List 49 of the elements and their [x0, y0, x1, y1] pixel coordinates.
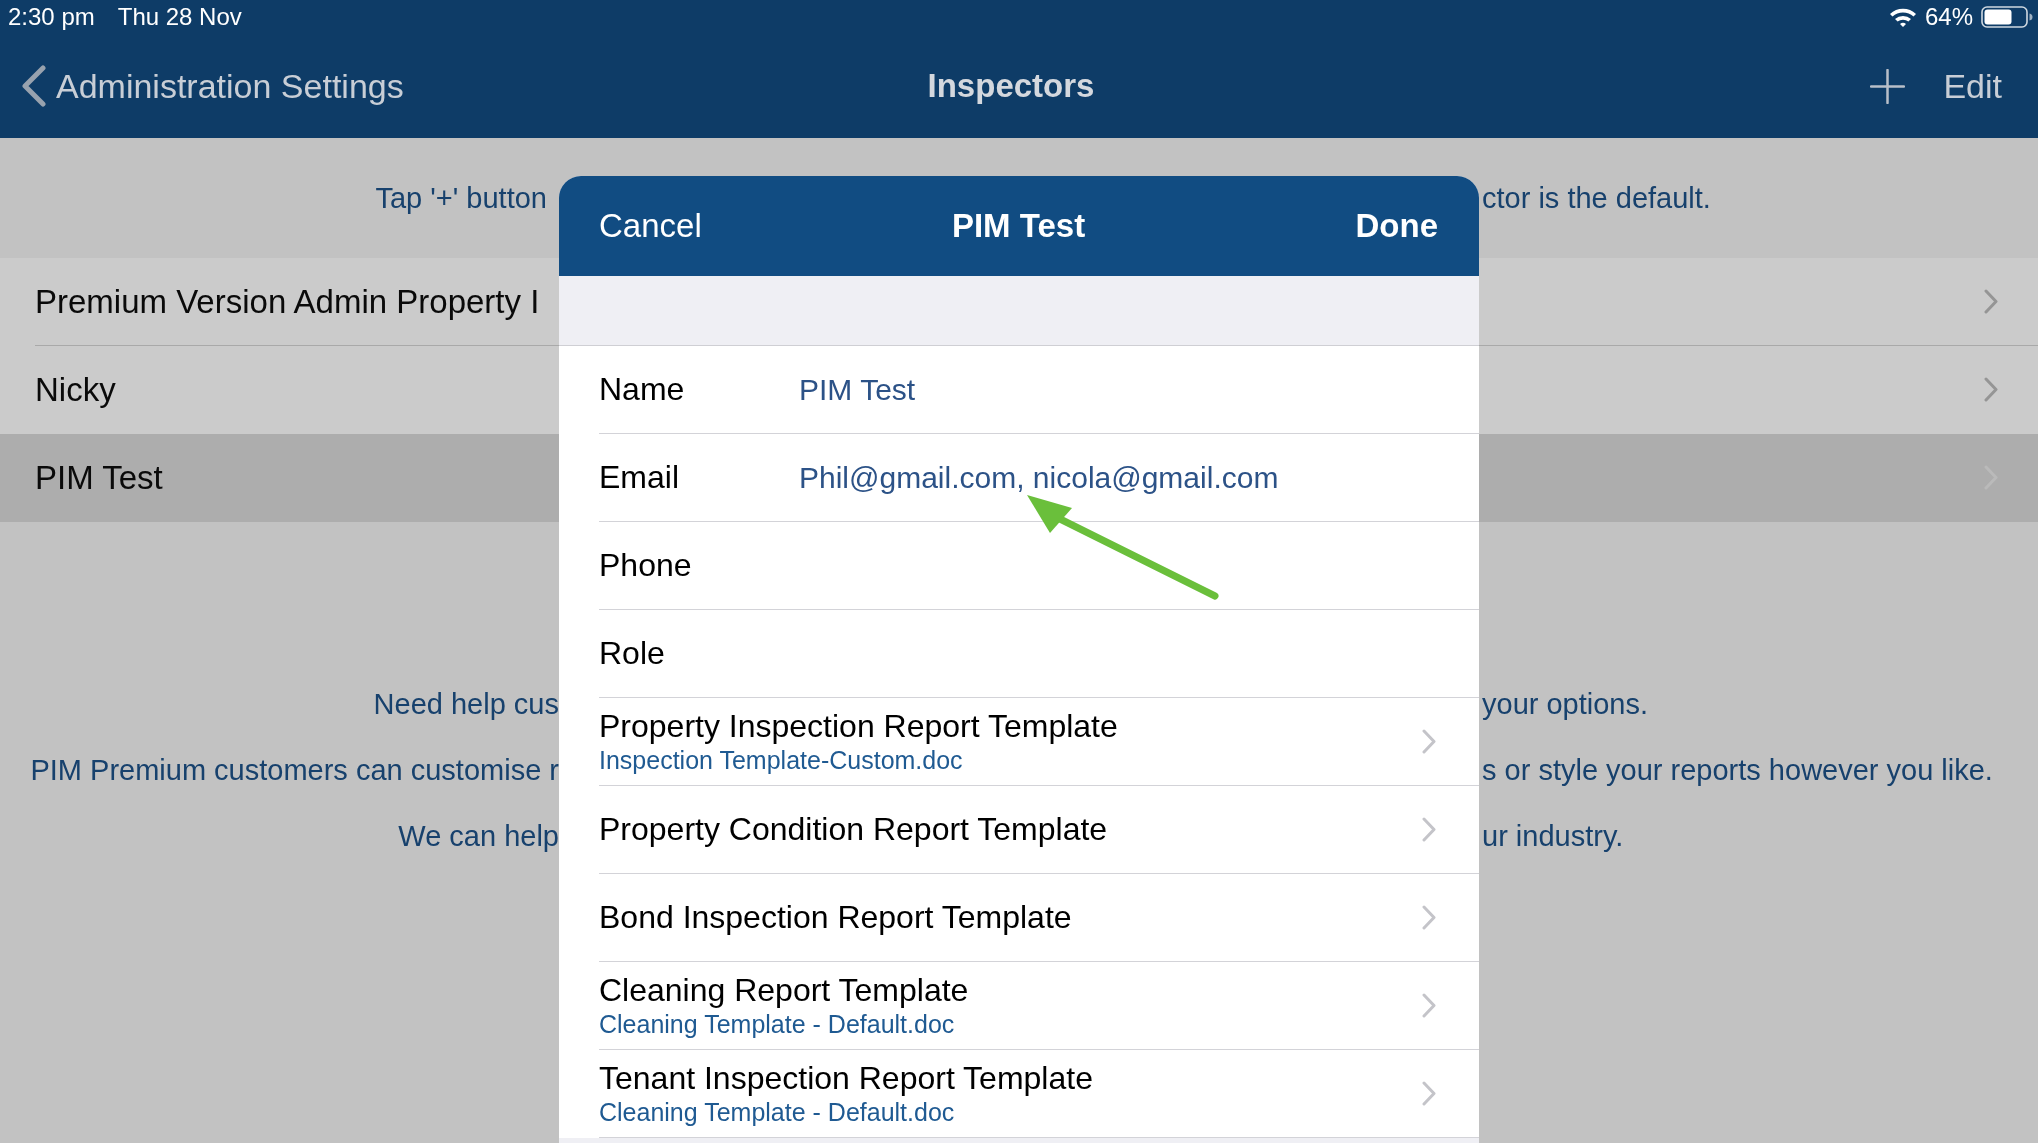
chevron-icon: [1422, 1081, 1436, 1106]
arrow-icon: [1025, 493, 1219, 600]
status-time: 2:30 pm: [8, 5, 95, 29]
battery-icon: [1981, 6, 2033, 28]
chevron-icon: [1422, 993, 1436, 1018]
template-row[interactable]: Bond Inspection Report Template: [599, 874, 1479, 962]
help-text: Need help cus: [373, 687, 559, 721]
field-label: Name: [599, 371, 686, 408]
chevron-icon: [1422, 905, 1436, 930]
field-label: Phone: [599, 547, 693, 584]
help-text: We can help: [398, 819, 559, 853]
sheet-title: PIM Test: [951, 207, 1086, 245]
chevron-icon: [1984, 377, 1998, 402]
help-text: PIM Premium customers can customise r: [30, 753, 559, 787]
back-button[interactable]: Administration Settings: [20, 65, 404, 107]
back-chevron-icon: [20, 65, 47, 107]
template-title: Property Inspection Report Template: [599, 708, 1118, 745]
template-title: Bond Inspection Report Template: [599, 899, 1072, 936]
wifi-icon: [1888, 7, 1917, 27]
edit-button[interactable]: Edit: [1943, 66, 2002, 106]
status-date: Thu 28 Nov: [117, 5, 242, 29]
help-text: s or style your reports however you like.: [1481, 753, 1993, 787]
template-title: Property Condition Report Template: [599, 811, 1108, 848]
hint-text: Tap '+' button: [375, 181, 548, 215]
done-button[interactable]: Done: [1355, 207, 1438, 245]
template-file: Cleaning Template - Default.doc: [599, 1098, 955, 1127]
template-file: Cleaning Template - Default.doc: [599, 1010, 955, 1039]
hint-text: ctor is the default.: [1481, 181, 1711, 215]
nav-title: Inspectors: [927, 67, 1095, 105]
plus-icon: [1870, 68, 1906, 104]
text-field[interactable]: PIM Test: [799, 367, 1439, 412]
template-row[interactable]: Tenant Inspection Report Template Cleaning Template - Default.doc: [599, 1050, 1479, 1138]
field-label: Email: [599, 459, 680, 496]
template-title: Cleaning Report Template: [599, 972, 969, 1009]
help-text: ur industry.: [1481, 819, 1624, 853]
cancel-button[interactable]: Cancel: [599, 207, 702, 245]
template-row[interactable]: Cleaning Report Template Cleaning Template - Default.doc: [599, 962, 1479, 1050]
chevron-icon: [1984, 289, 1998, 314]
battery-percentage: 64%: [1924, 5, 1973, 29]
help-text: your options.: [1481, 687, 1649, 721]
template-row[interactable]: Property Condition Report Template: [599, 786, 1479, 874]
field-label: Role: [599, 635, 666, 672]
text-field[interactable]: Phil@gmail.com, nicola@gmail.com: [799, 455, 1439, 500]
template-file: Inspection Template-Custom.doc: [599, 746, 963, 775]
chevron-icon: [1422, 729, 1436, 754]
chevron-icon: [1422, 817, 1436, 842]
add-button[interactable]: [1870, 68, 1906, 104]
template-row[interactable]: Property Inspection Report Template Inspection Template-Custom.doc: [599, 698, 1479, 786]
template-title: Tenant Inspection Report Template: [599, 1060, 1093, 1097]
